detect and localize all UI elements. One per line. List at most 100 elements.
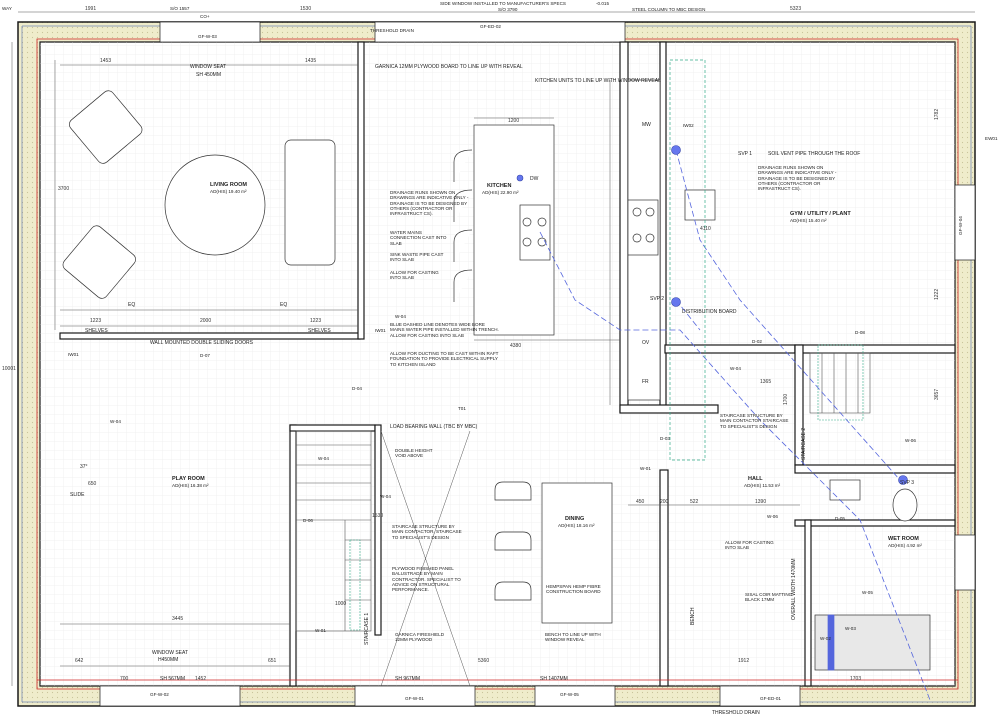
drainage-right-note: DRAINAGE RUNS SHOWN ON DRAWINGS ARE INDI… [758,165,836,191]
dim-200: 200 [660,499,669,505]
way-label: WAY [2,6,12,11]
dim-1782: 1782 [934,109,940,120]
sisal-note: SISAL COIR MATTING BLACK 17MM [745,592,792,602]
tag-gfw01: GF-W-01 [405,696,424,701]
dim-1703: 1703 [850,676,861,682]
tag-gfw02: GF-W-02 [150,692,169,697]
tag-w06a: W-06 [905,438,916,443]
tag-d08: D-08 [855,330,865,335]
room-gym-area: AD(HIS) 15.40 m² [790,218,827,223]
tag-iw02: IW02 [683,123,694,128]
h450-label: H450MM [158,657,178,663]
tag-w01a: W-01 [315,628,326,633]
dim-450: 450 [636,499,645,505]
overall-width-label: OVERALL WIDTH 1470MM [791,559,797,621]
tag-iw01b: IW01 [68,352,79,357]
side-window-label: SIDE WINDOW INSTALLED TO MANUFACTURER'S … [440,1,566,6]
dist-board-label: DISTRIBUTION BOARD [682,309,737,315]
tag-w04e: W-04 [730,366,741,371]
drainage-left-note: DRAINAGE RUNS SHOWN ON DRAWINGS ARE INDI… [390,190,468,216]
dim-650: 650 [88,481,97,487]
dim-3700: 3700 [58,186,69,192]
double-height-note: DOUBLE HEIGHT VOID ABOVE [395,448,432,458]
tag-gfw05: GF-W-05 [560,692,579,697]
room-dining-area: AD(HIS) 18.16 m² [558,523,595,528]
shelves-b: SHELVES [308,328,331,334]
so-3790: S/O 3790 [498,7,518,12]
eq-a: EQ [128,302,135,308]
staircase-struct-note: STAIRCASE STRUCTURE BY MAIN CONTACTOR, S… [392,524,462,540]
room-wetroom: WET ROOM [888,536,919,542]
svp3-label: SVP 3 [900,480,914,486]
so-1557: S/O 1557 [170,6,190,11]
tag-w04d: W-04 [380,494,391,499]
dim-1000: 1000 [335,601,346,607]
room-play-area: AD(HIS) 16.38 m² [172,483,209,488]
dim-3657: 3657 [934,389,940,400]
dim-700: 700 [120,676,129,682]
bench-label: BENCH [690,607,696,625]
tag-w06b: W-06 [767,514,778,519]
tag-gfed01: GF-ED-01 [760,696,781,701]
dim-5360: 5360 [478,658,489,664]
tag-d02: D-02 [752,339,762,344]
window-seat-label: WINDOW SEAT [190,64,226,70]
tag-w04b: W-04 [395,314,406,319]
tag-iw01: IW01 [375,328,386,333]
load-bearing-note: LOAD BEARING WALL (TBC BY MBC) [390,424,478,430]
dim-4380: 4380 [510,343,521,349]
tag-d05: D-05 [835,516,845,521]
wall-mounted-note: WALL MOUNTED DOUBLE SLIDING DOORS [150,340,254,346]
blue-dashed-note: BLUE DASHED LINE DENOTES WIDE BORE MAINS… [390,322,499,338]
tag-gfw03: GF-W-03 [198,34,217,39]
hempspan-note: HEMPSPAN HEMP FIBRE CONSTRUCTION BOARD [546,584,601,594]
dim-651: 651 [268,658,277,664]
tag-w03: W-03 [845,626,856,631]
tag-ew01: EW01 [985,136,998,141]
dim-1222: 1222 [934,289,940,300]
tag-gfed02: GF-ED-02 [480,24,501,29]
tag-d03: D-03 [660,436,670,441]
sh1407-label: SH 1407MM [540,676,568,682]
angle-label: 37° [80,464,88,470]
staircase1-label: STAIRCASE 1 [364,613,370,645]
tag-d07: D-07 [200,353,210,358]
level-label: -0.015 [596,1,609,6]
allow-ducting-note: ALLOW FOR DUCTING TO BE CAST WITHIN RAFT… [390,351,498,367]
tag-w05: W-05 [862,590,873,595]
tag-d04: D-04 [352,386,362,391]
dim-1200: 1200 [508,118,519,124]
dim-1223a: 1223 [90,318,101,324]
dim-1530: 1530 [300,6,311,12]
allow-casting-note: ALLOW FOR CASTING INTO SLAB [390,270,439,280]
sh967-label: SH 967MM [395,676,420,682]
soil-vent-note: SOIL VENT PIPE THROUGH THE ROOF [768,151,860,157]
bench-line-note: BENCH TO LINE UP WITH WINDOW REVEAL [545,632,601,642]
dim-1700: 1700 [783,394,789,405]
dim-1453: 1453 [100,58,111,64]
plywood-panel-note: PLYWOOD FINISHED PANEL BALUSTRADE BY MAI… [392,566,461,592]
svp1-label: SVP 1 [738,151,752,157]
shelves-a: SHELVES [85,328,108,334]
staircase-struct-right-note: STAIRCASE STRUCTURE BY MAIN CONTACTOR ST… [720,413,788,429]
water-mains-note: WATER MAINS CONNECTION CAST INTO SLAB [390,230,447,246]
dim-1991: 1991 [85,6,96,12]
tag-w02: W-02 [820,636,831,641]
sh450-label: SH 450MM [196,72,221,78]
dim-642: 642 [75,658,84,664]
window-seat-b: WINDOW SEAT [152,650,188,656]
svp2-label: SVP 2 [650,296,664,302]
dw-label: DW [530,176,539,182]
tag-t01: T01 [458,406,466,411]
room-dining: DINING [565,516,584,522]
dim-1912: 1912 [738,658,749,664]
sink-waste-note: SINK WASTE PIPE CAST INTO SLAB [390,252,443,262]
co-plus-label: CO+ [200,14,210,19]
room-living: LIVING ROOM [210,182,247,188]
tag-w01b: W-01 [640,466,651,471]
dim-1530b: 1530 [372,513,383,519]
tag-d06: D-06 [303,518,313,523]
dim-10001: 10001 [2,366,16,372]
eq-b: EQ [280,302,287,308]
room-hall-area: AD(HIS) 11.53 m² [744,483,781,488]
